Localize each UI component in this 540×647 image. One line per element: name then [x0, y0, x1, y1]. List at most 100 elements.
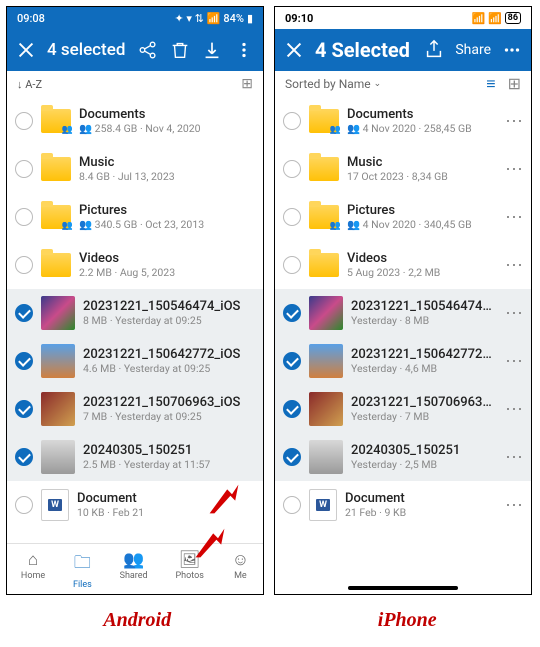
list-view-icon[interactable]: ≡ — [486, 74, 495, 94]
list-item[interactable]: W Document 21 Feb · 9 KB ⋯ — [275, 481, 531, 529]
item-name: Document — [345, 491, 497, 506]
item-detail: 21 Feb · 9 KB — [345, 506, 497, 519]
list-item[interactable]: 20240305_150251 2.5 MB · Yesterday at 11… — [7, 433, 263, 481]
list-item[interactable]: 20231221_150642772_iOS Yesterday · 4,6 M… — [275, 337, 531, 385]
list-item[interactable]: 20240305_150251 Yesterday · 2,5 MB ⋯ — [275, 433, 531, 481]
item-name: 20240305_150251 — [83, 443, 255, 458]
item-meta: 20240305_150251 2.5 MB · Yesterday at 11… — [83, 443, 255, 471]
item-name: Pictures — [79, 203, 255, 218]
selection-radio[interactable] — [15, 112, 33, 130]
selection-radio[interactable] — [283, 160, 301, 178]
selection-radio[interactable] — [283, 496, 301, 514]
folder-icon — [309, 253, 339, 277]
export-icon[interactable] — [423, 39, 445, 61]
list-item[interactable]: Music 17 Oct 2023 · 8,34 GB ⋯ — [275, 145, 531, 193]
close-icon[interactable] — [15, 39, 37, 61]
list-item[interactable]: Documents 👥 4 Nov 2020 · 258,45 GB ⋯ — [275, 97, 531, 145]
item-detail: 8.4 GB · Jul 13, 2023 — [79, 170, 255, 183]
item-more-icon[interactable]: ⋯ — [505, 303, 523, 324]
selection-radio[interactable] — [283, 352, 301, 370]
document-icon: W — [41, 489, 69, 521]
image-thumbnail — [41, 440, 75, 474]
sort-button[interactable]: ↓ A-Z — [17, 78, 42, 91]
item-name: 20231221_150706963_iOS — [83, 395, 255, 410]
share-button[interactable]: Share — [455, 42, 491, 58]
item-name: Documents — [347, 107, 497, 122]
nav-home[interactable]: ⌂Home — [21, 550, 45, 590]
item-meta: Documents 👥 258.4 GB · Nov 4, 2020 — [79, 107, 255, 135]
caption-ios: iPhone — [378, 609, 437, 632]
selection-title: 4 Selected — [315, 38, 413, 62]
item-detail: 7 MB · Yesterday at 09:25 — [83, 410, 255, 423]
home-indicator[interactable] — [348, 586, 458, 590]
folder-icon — [41, 157, 71, 181]
item-meta: Videos 2.2 MB · Aug 5, 2023 — [79, 251, 255, 279]
item-detail: 8 MB · Yesterday at 09:25 — [83, 314, 255, 327]
item-more-icon[interactable]: ⋯ — [505, 495, 523, 516]
share-icon[interactable] — [137, 39, 159, 61]
image-thumbnail — [309, 296, 343, 330]
item-more-icon[interactable]: ⋯ — [505, 447, 523, 468]
item-more-icon[interactable]: ⋯ — [505, 255, 523, 276]
document-icon: W — [309, 489, 337, 521]
item-name: 20231221_150546474_iOS — [83, 299, 255, 314]
selection-radio[interactable] — [283, 256, 301, 274]
grid-view-icon[interactable]: ⊞ — [508, 74, 521, 94]
item-meta: 20240305_150251 Yesterday · 2,5 MB — [351, 443, 497, 471]
list-item[interactable]: Music 8.4 GB · Jul 13, 2023 — [7, 145, 263, 193]
item-meta: 20231221_150706963_iOS 7 MB · Yesterday … — [83, 395, 255, 423]
status-bar: 09:08 ✦ ▾ ⇅ 📶 84% ▮ — [7, 7, 263, 29]
delete-icon[interactable] — [169, 39, 191, 61]
nav-me[interactable]: ☺Me — [232, 550, 249, 590]
item-meta: Document 21 Feb · 9 KB — [345, 491, 497, 519]
item-more-icon[interactable]: ⋯ — [505, 207, 523, 228]
selection-radio[interactable] — [15, 448, 33, 466]
list-item[interactable]: Pictures 👥 4 Nov 2020 · 340,45 GB ⋯ — [275, 193, 531, 241]
list-item[interactable]: 20231221_150546474_iOS 8 MB · Yesterday … — [7, 289, 263, 337]
list-item[interactable]: Videos 5 Aug 2023 · 2,2 MB ⋯ — [275, 241, 531, 289]
selection-radio[interactable] — [15, 352, 33, 370]
item-more-icon[interactable]: ⋯ — [505, 399, 523, 420]
item-more-icon[interactable]: ⋯ — [505, 351, 523, 372]
selection-radio[interactable] — [283, 304, 301, 322]
list-item[interactable]: Documents 👥 258.4 GB · Nov 4, 2020 — [7, 97, 263, 145]
list-item[interactable]: 20231221_150706963_iOS 7 MB · Yesterday … — [7, 385, 263, 433]
selection-radio[interactable] — [283, 208, 301, 226]
list-item[interactable]: 20231221_150642772_iOS 4.6 MB · Yesterda… — [7, 337, 263, 385]
item-more-icon[interactable]: ⋯ — [505, 159, 523, 180]
sort-button[interactable]: Sorted by Name ⌄ — [285, 77, 381, 91]
selection-radio[interactable] — [15, 496, 33, 514]
list-item[interactable]: 20231221_150706963_iOS Yesterday · 7 MB … — [275, 385, 531, 433]
status-time: 09:08 — [17, 12, 45, 25]
nav-shared[interactable]: 👥Shared — [120, 550, 148, 590]
close-icon[interactable] — [283, 39, 305, 61]
download-icon[interactable] — [201, 39, 223, 61]
list-item[interactable]: 20231221_150546474_iOS Yesterday · 8 MB … — [275, 289, 531, 337]
list-item[interactable]: Videos 2.2 MB · Aug 5, 2023 — [7, 241, 263, 289]
more-icon[interactable] — [233, 39, 255, 61]
more-icon[interactable] — [501, 39, 523, 61]
status-right: ✦ ▾ ⇅ 📶 84% ▮ — [174, 12, 253, 25]
view-toggle-icon[interactable]: ⊞ — [241, 76, 253, 92]
folder-icon — [309, 157, 339, 181]
item-meta: 20231221_150546474_iOS Yesterday · 8 MB — [351, 299, 497, 327]
item-more-icon[interactable]: ⋯ — [505, 111, 523, 132]
selection-radio[interactable] — [283, 448, 301, 466]
item-detail: 2.5 MB · Yesterday at 11:57 — [83, 458, 255, 471]
selection-radio[interactable] — [15, 160, 33, 178]
selection-radio[interactable] — [283, 400, 301, 418]
sort-bar: ↓ A-Z ⊞ — [7, 71, 263, 97]
captions: Android iPhone — [0, 601, 540, 632]
selection-radio[interactable] — [15, 304, 33, 322]
nav-files[interactable]: 🗀Files — [73, 550, 92, 590]
item-name: Documents — [79, 107, 255, 122]
ios-screen: 09:10 📶 📶 86 4 Selected Share Sorted by … — [274, 6, 532, 595]
selection-radio[interactable] — [15, 256, 33, 274]
selection-radio[interactable] — [283, 112, 301, 130]
folder-icon — [41, 253, 71, 277]
selection-radio[interactable] — [15, 208, 33, 226]
item-detail: Yesterday · 7 MB — [351, 410, 497, 423]
list-item[interactable]: Pictures 👥 340.5 GB · Oct 23, 2013 — [7, 193, 263, 241]
selection-radio[interactable] — [15, 400, 33, 418]
item-name: Pictures — [347, 203, 497, 218]
